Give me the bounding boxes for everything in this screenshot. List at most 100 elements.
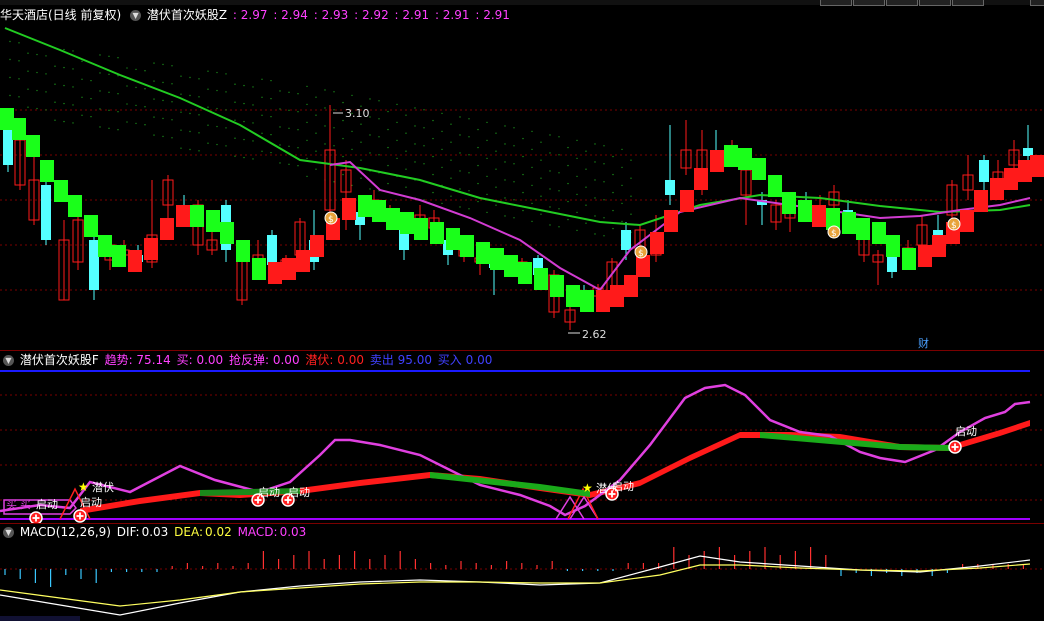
high-price-label: 3.10	[345, 107, 370, 120]
trend-block	[112, 245, 126, 267]
main-panel-header: 华天酒店(日线 前复权) ▼ 潜伏首次妖股Z : 2.97 : 2.94 : 2…	[0, 7, 512, 23]
indicator-value: : 2.91	[394, 8, 430, 22]
macd-label: MACD:	[237, 525, 278, 539]
start-signal-icon[interactable]	[73, 509, 87, 523]
indicator-chart[interactable]: 买 买 启动 启动★ 潜伏 启动 启动 ★ 潜伏启动启动	[0, 368, 1044, 524]
trend-block	[68, 195, 82, 217]
trend-block	[268, 262, 282, 284]
candlestick	[757, 192, 767, 225]
dea-label: DEA:	[174, 525, 204, 539]
collapse-icon[interactable]: ▼	[3, 527, 14, 538]
svg-text:$: $	[638, 249, 644, 259]
date-scroll-bar[interactable]	[0, 616, 80, 621]
moving-average-green	[4, 27, 1031, 227]
trend-block	[710, 150, 724, 172]
money-bag-icon[interactable]: $	[827, 225, 841, 239]
signal-label: 启动	[80, 496, 102, 509]
macd-name[interactable]: MACD(12,26,9)	[20, 525, 111, 539]
indicator-value: : 2.97	[232, 8, 268, 22]
trend-block	[842, 212, 856, 234]
toolbar-button[interactable]	[1030, 0, 1044, 6]
trend-block	[40, 160, 54, 182]
macd-panel-header: ▼ MACD(12,26,9) DIF: 0.03 DEA: 0.02 MACD: 0…	[0, 524, 308, 540]
trend-block	[372, 200, 386, 222]
trend-block	[650, 232, 664, 254]
trend-block	[610, 285, 624, 307]
trend-block	[534, 268, 548, 290]
trend-block	[724, 145, 738, 167]
macd-chart[interactable]	[0, 540, 1044, 621]
trend-block	[518, 262, 532, 284]
candlestick	[1008, 140, 1020, 172]
trend-block	[0, 108, 14, 130]
signal-label: 启动	[288, 486, 310, 499]
trend-block	[932, 235, 946, 257]
indicator-panel-header: ▼ 潜伏首次妖股F 趋势: 75.14 买: 0.00 抢反弹: 0.00 潜伏…	[0, 352, 496, 368]
trend-block	[768, 175, 782, 197]
trend-block	[236, 240, 250, 262]
trend-block	[886, 235, 900, 257]
toolbar-button[interactable]	[853, 0, 885, 6]
svg-text:$: $	[951, 221, 957, 231]
indicator-value: : 2.91	[434, 8, 470, 22]
trend-block	[430, 222, 444, 244]
trend-block	[580, 290, 594, 312]
trend-block	[624, 275, 638, 297]
candlestick	[162, 175, 174, 218]
trend-block	[252, 258, 266, 280]
finance-marker[interactable]: 财	[918, 336, 929, 350]
trend-block	[414, 218, 428, 240]
indicator-field: 卖出 95.00	[366, 353, 432, 367]
trend-block	[400, 212, 414, 234]
trend-block	[358, 195, 372, 217]
trend-block	[1004, 168, 1018, 190]
start-signal-icon[interactable]	[948, 440, 962, 454]
trend-block	[84, 215, 98, 237]
trend-block	[1030, 155, 1044, 177]
svg-text:$: $	[831, 229, 837, 239]
toolbar-button[interactable]	[886, 0, 918, 6]
collapse-icon[interactable]: ▼	[130, 10, 142, 21]
trend-block	[26, 135, 40, 157]
indicator-value: : 2.91	[475, 8, 510, 22]
candlestick	[872, 250, 884, 285]
trend-block	[296, 250, 310, 272]
top-toolbar-strip	[0, 0, 1044, 6]
dea-value: 0.02	[205, 525, 232, 539]
trend-block	[176, 205, 190, 227]
candlestick	[665, 125, 675, 205]
trend-block	[160, 218, 174, 240]
toolbar-button[interactable]	[820, 0, 852, 6]
trend-block	[566, 285, 580, 307]
candlestick	[41, 180, 51, 245]
svg-text:买: 买	[6, 498, 17, 511]
indicator-field: 抢反弹: 0.00	[225, 353, 300, 367]
toolbar-button[interactable]	[952, 0, 984, 6]
panel-divider	[0, 350, 1044, 351]
high-price-marker: 3.10	[333, 107, 370, 120]
trend-block	[98, 235, 112, 257]
trend-block	[596, 290, 610, 312]
dif-label: DIF:	[116, 525, 140, 539]
candlestick	[72, 215, 84, 270]
indicator-name[interactable]: 潜伏首次妖股Z	[147, 8, 227, 22]
dif-line	[0, 555, 1031, 616]
stock-title[interactable]: 华天酒店(日线 前复权)	[0, 8, 121, 22]
trend-block	[856, 218, 870, 240]
collapse-icon[interactable]: ▼	[3, 355, 14, 366]
dea-line	[0, 563, 1031, 607]
trend-block	[974, 190, 988, 212]
trend-block	[798, 200, 812, 222]
trend-block	[446, 228, 460, 250]
indicator-field: 潜伏: 0.00	[301, 353, 364, 367]
toolbar-button[interactable]	[919, 0, 951, 6]
trend-block	[386, 208, 400, 230]
trend-block	[872, 222, 886, 244]
indicator-field: 买: 0.00	[172, 353, 224, 367]
candlestick	[946, 180, 958, 222]
signal-label: 启动	[258, 486, 280, 499]
trend-block	[1018, 160, 1032, 182]
candlestick-chart[interactable]: $ $ $ $ 3.10 2.62 财	[0, 24, 1044, 350]
indicator-panel-name[interactable]: 潜伏首次妖股F	[20, 353, 99, 367]
trend-block	[190, 205, 204, 227]
